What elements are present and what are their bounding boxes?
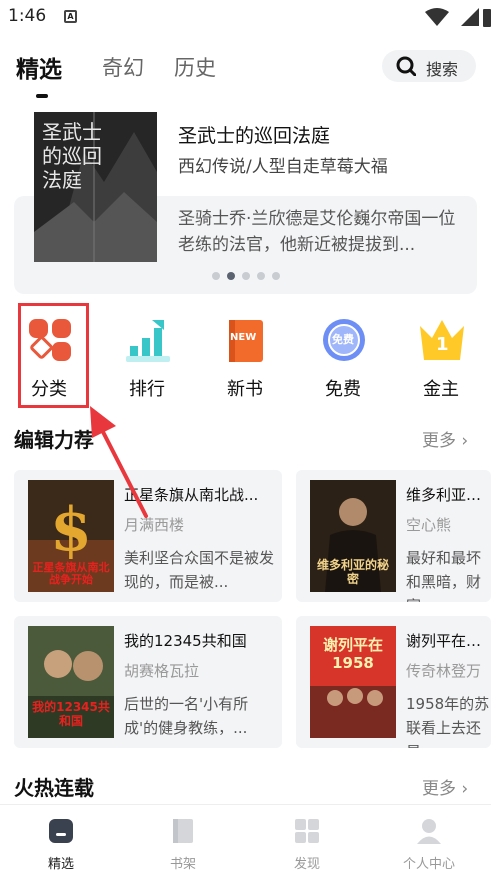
bookshelf-icon bbox=[173, 819, 193, 843]
book-card[interactable]: 维多利亚的秘密 维多利亚的秘密 空心熊 最好和最坏和黑暗，财富 bbox=[296, 470, 491, 602]
free-label: 免费 bbox=[325, 379, 361, 400]
nav-profile-label: 个人中心 bbox=[402, 857, 455, 872]
editor-picks-title: 编辑力荐 bbox=[14, 428, 94, 452]
book-description: 最好和最坏和黑暗，财富 bbox=[406, 549, 482, 602]
book-cover-text: 正星条旗从南北战争开始 bbox=[32, 561, 110, 586]
notification-icon: A bbox=[64, 10, 77, 23]
crown-badge-number: 1 bbox=[436, 334, 449, 355]
nav-discover-label: 发现 bbox=[293, 857, 320, 872]
book-cover: 我的12345共和国 bbox=[28, 626, 114, 738]
carousel-dot bbox=[242, 272, 250, 280]
nav-bookshelf-label: 书架 bbox=[169, 857, 196, 872]
more-label: 更多 bbox=[422, 779, 456, 799]
book-author: 空心熊 bbox=[406, 516, 452, 534]
carousel-dot-active bbox=[227, 272, 235, 280]
search-icon bbox=[396, 56, 416, 76]
carousel-dot bbox=[257, 272, 265, 280]
book-cover-text: 我的12345共和国 bbox=[32, 700, 110, 728]
new-books-button[interactable]: NEW 新书 bbox=[210, 312, 280, 404]
hot-serial-more-link[interactable]: 更多 › bbox=[422, 774, 468, 799]
free-button[interactable]: 免费 免费 bbox=[308, 312, 378, 404]
book-cover: 维多利亚的秘密 bbox=[310, 480, 396, 592]
ranking-label: 排行 bbox=[129, 379, 165, 400]
featured-cover-title: 圣武士的巡回法庭 bbox=[42, 120, 102, 192]
bottom-navigation: 精选 书架 发现 个人中心 bbox=[0, 804, 491, 874]
book-cover-text: 维多利亚的秘密 bbox=[316, 558, 389, 586]
book-title: 维多利亚的秘密 bbox=[406, 486, 490, 504]
tab-featured[interactable]: 精选 bbox=[16, 50, 62, 84]
tab-fantasy[interactable]: 奇幻 bbox=[102, 52, 144, 82]
new-books-label: 新书 bbox=[227, 379, 263, 400]
book-description: 后世的一名'小有所成'的健身教练，... bbox=[124, 695, 249, 737]
book-author: 传奇林登万 bbox=[406, 662, 482, 680]
carousel-dot bbox=[212, 272, 220, 280]
carousel-dot bbox=[272, 272, 280, 280]
book-title: 我的12345共和国 bbox=[124, 632, 247, 650]
book-author: 胡赛格瓦拉 bbox=[124, 662, 200, 680]
tab-history[interactable]: 历史 bbox=[174, 52, 216, 82]
new-book-badge: NEW bbox=[230, 332, 257, 343]
featured-book-description: 圣骑士乔·兰欣德是艾伦巍尔帝国一位老练的法官，他新近被提拔到... bbox=[178, 209, 456, 255]
nav-featured-label: 精选 bbox=[47, 857, 74, 872]
hot-serial-title: 火热连载 bbox=[14, 776, 94, 800]
featured-book-cover[interactable]: 圣武士的巡回法庭 bbox=[34, 112, 157, 262]
book-cover: 谢列平在1958 bbox=[310, 626, 396, 738]
search-button[interactable]: 搜索 bbox=[382, 50, 476, 82]
featured-book-genre: 西幻传说/人型自走草莓大福 bbox=[178, 157, 388, 177]
ranking-button[interactable]: 排行 bbox=[112, 312, 182, 404]
editor-picks-more-link[interactable]: 更多 › bbox=[422, 426, 468, 451]
discover-icon bbox=[295, 819, 319, 843]
status-time: 1:46 bbox=[8, 6, 47, 26]
highlight-box bbox=[18, 303, 89, 408]
nav-featured[interactable]: 精选 bbox=[16, 811, 106, 872]
nav-profile[interactable]: 个人中心 bbox=[384, 811, 474, 872]
featured-book-title[interactable]: 圣武士的巡回法庭 bbox=[178, 121, 330, 148]
book-description: 1958年的苏联看上去还是 bbox=[406, 695, 490, 748]
status-bar: 1:46 A bbox=[0, 0, 491, 34]
book-title: 谢列平在1958 bbox=[406, 632, 490, 650]
pointer-arrow-icon bbox=[90, 406, 148, 518]
featured-icon bbox=[49, 819, 73, 843]
patron-button[interactable]: 1 金主 bbox=[406, 312, 476, 404]
book-cover-text: 谢列平在1958 bbox=[322, 636, 383, 672]
search-label: 搜索 bbox=[426, 60, 459, 79]
book-description: 美利坚合众国不是被发现的，而是被... bbox=[124, 549, 275, 591]
tab-active-indicator bbox=[36, 94, 48, 98]
profile-icon bbox=[417, 819, 441, 844]
nav-bookshelf[interactable]: 书架 bbox=[138, 811, 228, 872]
book-card[interactable]: 谢列平在1958 谢列平在1958 传奇林登万 1958年的苏联看上去还是 bbox=[296, 616, 491, 748]
ranking-chart-icon bbox=[126, 320, 170, 362]
nav-discover[interactable]: 发现 bbox=[262, 811, 352, 872]
patron-label: 金主 bbox=[423, 379, 459, 400]
free-badge-text: 免费 bbox=[332, 333, 354, 346]
more-label: 更多 bbox=[422, 431, 456, 451]
book-card[interactable]: 我的12345共和国 我的12345共和国 胡赛格瓦拉 后世的一名'小有所成'的… bbox=[14, 616, 282, 748]
wifi-battery-icon bbox=[425, 8, 491, 27]
